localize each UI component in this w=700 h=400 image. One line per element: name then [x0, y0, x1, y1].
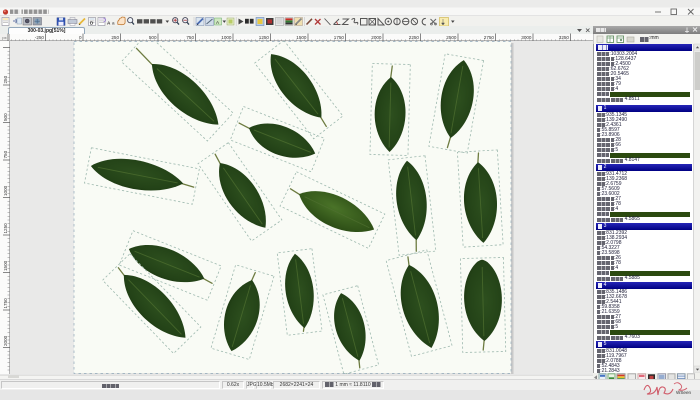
svg-text:2500: 2500 — [446, 35, 457, 40]
svg-text:750: 750 — [3, 150, 8, 158]
svg-text:2000: 2000 — [3, 335, 8, 346]
svg-text:1000: 1000 — [221, 35, 232, 40]
svg-text:2250: 2250 — [409, 35, 420, 40]
svg-text:-250: -250 — [35, 35, 45, 40]
svg-text:750: 750 — [186, 35, 194, 40]
svg-text:500: 500 — [149, 35, 157, 40]
svg-text:WSeen: WSeen — [676, 390, 692, 395]
svg-text:0: 0 — [79, 35, 82, 40]
svg-text:1250: 1250 — [259, 35, 270, 40]
svg-text:500: 500 — [3, 113, 8, 121]
svg-text:3000: 3000 — [521, 35, 532, 40]
svg-text:1250: 1250 — [3, 223, 8, 234]
svg-text:250: 250 — [111, 35, 119, 40]
svg-text:1750: 1750 — [334, 35, 345, 40]
svg-text:1500: 1500 — [296, 35, 307, 40]
svg-text:1500: 1500 — [3, 260, 8, 271]
svg-text:250: 250 — [3, 75, 8, 83]
svg-text:2750: 2750 — [484, 35, 495, 40]
svg-text:1750: 1750 — [3, 298, 8, 309]
svg-text:1000: 1000 — [3, 185, 8, 196]
svg-text:3250: 3250 — [559, 35, 570, 40]
svg-text:2000: 2000 — [371, 35, 382, 40]
